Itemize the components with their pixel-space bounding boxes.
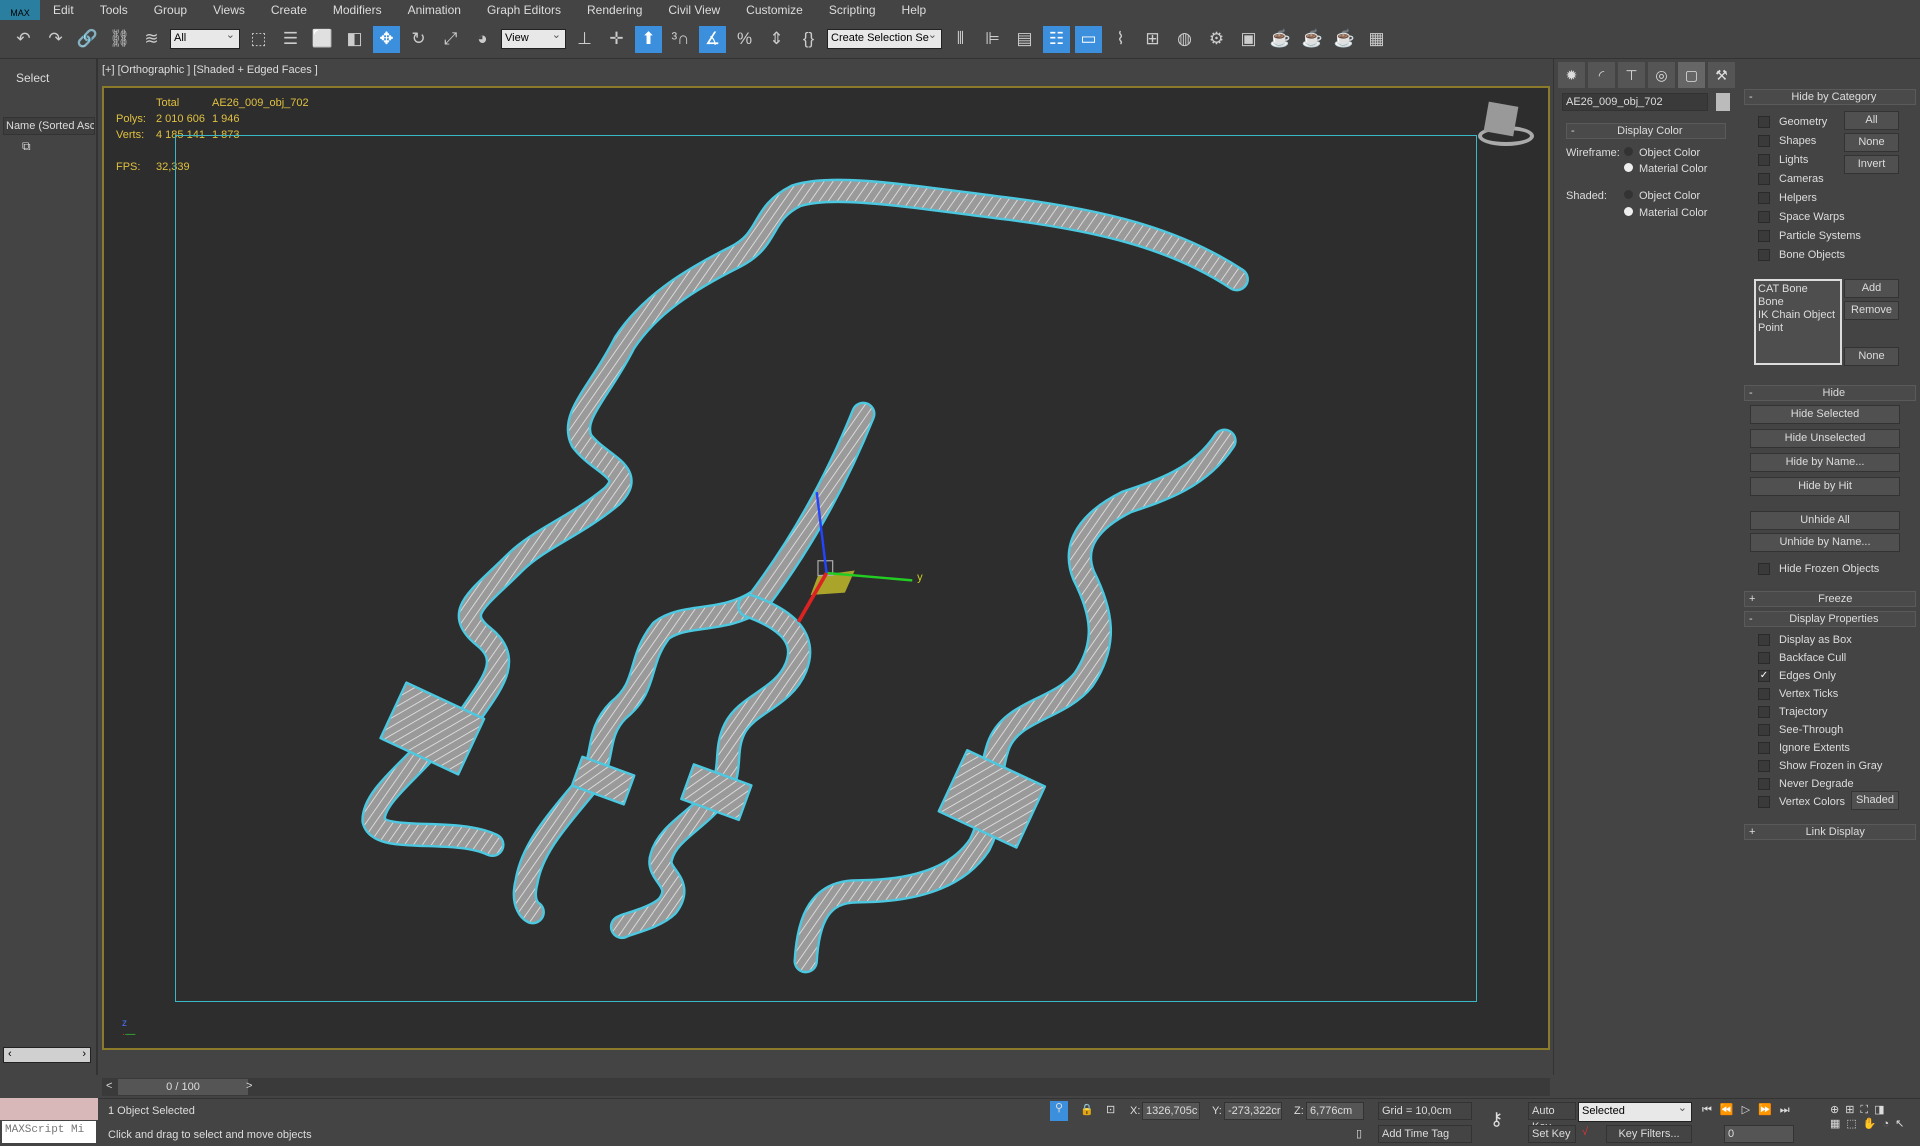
category-bone-objects-checkbox[interactable]: Bone Objects	[1758, 245, 1861, 264]
add-time-tag-button[interactable]: Add Time Tag	[1378, 1125, 1472, 1143]
key-mode-dropdown[interactable]: Selected	[1578, 1101, 1692, 1122]
y-coord-field[interactable]: -273,322cr	[1224, 1102, 1282, 1120]
time-slider-thumb[interactable]: 0 / 100	[118, 1079, 248, 1095]
object-name-field[interactable]: AE26_009_obj_702	[1562, 93, 1708, 111]
freeze-rollout[interactable]: + Freeze	[1744, 591, 1916, 607]
grid-size: Grid = 10,0cm	[1378, 1102, 1472, 1120]
absolute-mode-icon[interactable]: ⊡	[1106, 1103, 1115, 1116]
selection-status: 1 Object Selected	[108, 1105, 195, 1117]
prev-frame-button[interactable]: <	[106, 1080, 112, 1092]
tangent-icon[interactable]: √	[1582, 1126, 1588, 1138]
maxscript-input[interactable]: MAXScript Mi	[2, 1121, 96, 1143]
bone-filter-list[interactable]: CAT Bone Bone IK Chain Object Point	[1754, 279, 1842, 365]
display-tab-icon[interactable]: ▢	[1678, 62, 1705, 88]
modify-tab-icon[interactable]: ◜	[1588, 62, 1615, 88]
selection-lock-icon[interactable]: 🔒	[1080, 1103, 1094, 1116]
hide-button-3[interactable]: Hide by Hit	[1750, 477, 1900, 496]
create-tab-icon[interactable]: ✹	[1558, 62, 1585, 88]
prompt-line: Click and drag to select and move object…	[108, 1129, 312, 1141]
gizmo-y-label: y	[917, 571, 923, 583]
hide-frozen-checkbox[interactable]: Hide Frozen Objects	[1758, 559, 1879, 578]
maxscript-listener[interactable]	[0, 1098, 98, 1120]
bone-list-item[interactable]: CAT Bone	[1758, 283, 1838, 296]
wireframe-material-color-radio[interactable]: Material Color	[1624, 163, 1707, 175]
track-pad	[937, 749, 1047, 849]
unhide-button-1[interactable]: Unhide by Name...	[1750, 533, 1900, 552]
category-space-warps-checkbox[interactable]: Space Warps	[1758, 207, 1861, 226]
add-button[interactable]: Add	[1844, 279, 1899, 298]
bone-none-button[interactable]: None	[1844, 347, 1899, 366]
time-slider[interactable]: < 0 / 100 >	[102, 1078, 1550, 1096]
shaded-material-color-radio[interactable]: Material Color	[1624, 207, 1707, 219]
set-key-button[interactable]: Set Key	[1528, 1125, 1576, 1143]
bone-list-item[interactable]: Bone	[1758, 296, 1838, 309]
viewport-nav-controls[interactable]: ⊕⊞⛶◨ ▦⬚✋◔↖	[1830, 1103, 1910, 1130]
display-properties-rollout[interactable]: - Display Properties	[1744, 611, 1916, 627]
track-segment	[512, 401, 876, 925]
bone-list-item[interactable]: Point	[1758, 322, 1838, 335]
category-helpers-checkbox[interactable]: Helpers	[1758, 188, 1861, 207]
command-panel: ✹ ◜ ⊤ ◎ ▢ ⚒ AE26_009_obj_702 - Display Color W…	[1553, 59, 1920, 1075]
x-coord-field[interactable]: 1326,705c	[1142, 1102, 1200, 1120]
prop-trajectory-checkbox[interactable]: Trajectory	[1758, 703, 1882, 721]
x-label: X:	[1130, 1105, 1141, 1117]
prop-vertex-ticks-checkbox[interactable]: Vertex Ticks	[1758, 685, 1882, 703]
prop-display-as-box-checkbox[interactable]: Display as Box	[1758, 631, 1882, 649]
track-segment	[515, 404, 874, 922]
category-none-button[interactable]: None	[1844, 133, 1899, 152]
prop-backface-cull-checkbox[interactable]: Backface Cull	[1758, 649, 1882, 667]
shaded-object-color-radio[interactable]: Object Color	[1624, 190, 1700, 202]
hide-button-2[interactable]: Hide by Name...	[1750, 453, 1900, 472]
y-label: Y:	[1212, 1105, 1222, 1117]
status-bar: 1 Object Selected Click and drag to sele…	[0, 1098, 1920, 1146]
hide-rollout[interactable]: - Hide	[1744, 385, 1916, 401]
prop-ignore-extents-checkbox[interactable]: Ignore Extents	[1758, 739, 1882, 757]
unhide-button-0[interactable]: Unhide All	[1750, 511, 1900, 530]
next-frame-button[interactable]: >	[246, 1080, 252, 1092]
hide-button-0[interactable]: Hide Selected	[1750, 405, 1900, 424]
track-segment	[795, 430, 1235, 971]
bone-list-item[interactable]: IK Chain Object	[1758, 309, 1838, 322]
object-color-swatch[interactable]	[1716, 93, 1730, 111]
prop-see-through-checkbox[interactable]: See-Through	[1758, 721, 1882, 739]
category-particle-systems-checkbox[interactable]: Particle Systems	[1758, 226, 1861, 245]
utilities-tab-icon[interactable]: ⚒	[1708, 62, 1735, 88]
display-panel: - Hide by Category Geometry Shapes Lights Ca…	[1744, 89, 1916, 1089]
wireframe-label: Wireframe:	[1566, 147, 1620, 159]
isolate-selection-icon[interactable]: ⚲	[1050, 1101, 1068, 1121]
auto-key-button[interactable]: Auto Key	[1528, 1102, 1576, 1133]
hide-button-1[interactable]: Hide Unselected	[1750, 429, 1900, 448]
prop-edges-only-checkbox[interactable]: ✓ Edges Only	[1758, 667, 1882, 685]
shaded-label: Shaded:	[1566, 190, 1607, 202]
link-display-rollout[interactable]: + Link Display	[1744, 824, 1916, 840]
wireframe-object-color-radio[interactable]: Object Color	[1624, 147, 1700, 159]
hierarchy-tab-icon[interactable]: ⊤	[1618, 62, 1645, 88]
remove-button[interactable]: Remove	[1844, 301, 1899, 320]
current-frame-field[interactable]: 0	[1724, 1125, 1794, 1143]
key-icon[interactable]: ⚷	[1490, 1109, 1503, 1130]
vertex-colors-shaded-button[interactable]: Shaded	[1851, 791, 1899, 810]
playback-controls[interactable]: ⏮⏪▷⏩⏭	[1702, 1103, 1798, 1117]
category-all-button[interactable]: All	[1844, 111, 1899, 130]
z-coord-field[interactable]: 6,776cm	[1306, 1102, 1364, 1120]
prop-show-frozen-in-gray-checkbox[interactable]: Show Frozen in Gray	[1758, 757, 1882, 775]
time-tag-icon[interactable]: ▯	[1356, 1127, 1362, 1140]
hide-by-category-rollout[interactable]: - Hide by Category	[1744, 89, 1916, 105]
display-color-rollout[interactable]: - Display Color	[1566, 123, 1726, 139]
category-invert-button[interactable]: Invert	[1844, 155, 1899, 174]
key-filters-button[interactable]: Key Filters...	[1606, 1125, 1692, 1143]
z-label: Z:	[1294, 1105, 1304, 1117]
motion-tab-icon[interactable]: ◎	[1648, 62, 1675, 88]
